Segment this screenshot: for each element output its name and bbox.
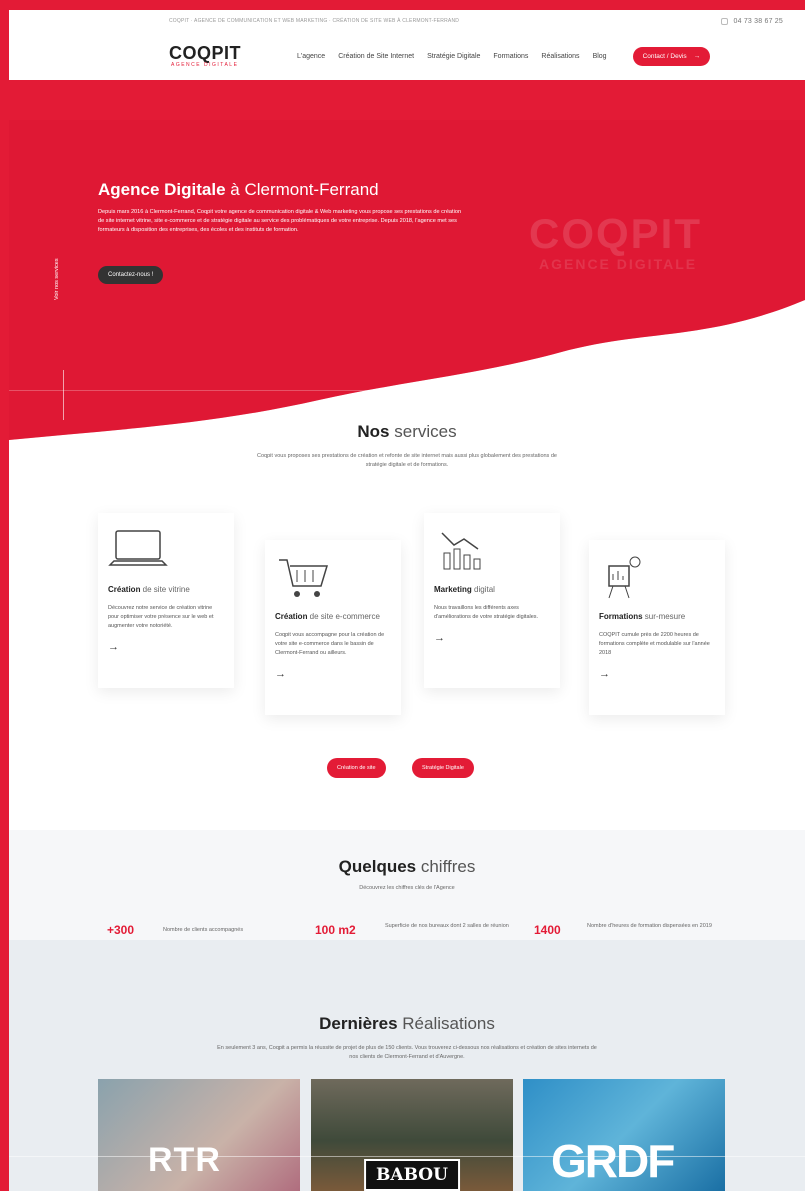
realisation-logo: RTR <box>148 1141 221 1179</box>
services-subtitle: Coqpit vous proposes ses prestations de … <box>257 453 557 468</box>
service-title: Création de site vitrine <box>108 584 224 596</box>
stat-label: Superficie de nos bureaux dont 2 salles … <box>385 923 509 929</box>
realisation-card[interactable]: GRDF <box>523 1079 725 1191</box>
divider <box>63 370 64 420</box>
service-title: Formations sur-mesure <box>599 611 715 623</box>
logo[interactable]: COQPIT AGENCE DIGITALE <box>169 44 285 68</box>
service-card[interactable]: Création de site vitrine Découvrez notre… <box>98 513 234 688</box>
service-text: Coqpit vous accompagne pour la création … <box>275 632 385 656</box>
services-title-bold: Nos <box>357 422 390 441</box>
hero-title: Agence Digitale à Clermont-Ferrand <box>98 180 379 200</box>
service-text: Découvrez notre service de création vitr… <box>108 605 214 629</box>
service-title-light: de site e-commerce <box>307 612 380 621</box>
service-title-bold: Création <box>108 585 141 594</box>
figures-section: Quelques chiffres Découvrez les chiffres… <box>9 830 805 940</box>
hero-watermark-sub: AGENCE DIGITALE <box>539 256 698 272</box>
arrow-right-icon[interactable]: → <box>108 641 224 653</box>
phone-number[interactable]: 04 73 38 67 25 <box>733 18 783 25</box>
realisations-title-bold: Dernières <box>319 1014 398 1033</box>
top-strip: COQPIT · AGENCE DE COMMUNICATION ET WEB … <box>9 10 805 32</box>
figures-title: Quelques chiffres <box>9 857 805 877</box>
hero-text: Depuis mars 2016 à Clermont-Ferrand, Coq… <box>98 209 462 233</box>
stat-value: +300 <box>107 923 135 937</box>
navbar: COQPIT AGENCE DIGITALE L'agence Création… <box>9 32 805 80</box>
service-title-light: sur-mesure <box>642 612 686 621</box>
hero-contact-button[interactable]: Contactez-nous ! <box>98 266 164 284</box>
realisation-card[interactable]: RTR <box>98 1079 300 1191</box>
arrow-right-icon[interactable]: → <box>434 632 550 644</box>
hero-title-light: à Clermont-Ferrand <box>225 180 379 199</box>
stat-label: Nombre de clients accompagnés <box>163 927 244 933</box>
contact-button-label: Contact / Devis <box>642 52 687 60</box>
nav-formations[interactable]: Formations <box>493 53 528 60</box>
divider <box>9 1156 805 1157</box>
chart-icon <box>441 532 481 570</box>
figures-title-bold: Quelques <box>338 857 417 876</box>
hero: COQPIT AGENCE DIGITALE Agence Digitale à… <box>9 80 805 460</box>
service-text: Nous travaillons les différents axes d'a… <box>434 605 539 620</box>
service-title-light: digital <box>471 585 495 594</box>
phone[interactable]: 04 73 38 67 25 <box>721 17 783 25</box>
cart-icon <box>279 559 329 597</box>
realisations-title: Dernières Réalisations <box>9 1014 805 1034</box>
phone-icon <box>721 17 729 25</box>
service-title-bold: Formations <box>599 612 643 621</box>
service-title-light: de site vitrine <box>140 585 190 594</box>
arrow-right-icon: → <box>693 52 701 60</box>
nav-blog[interactable]: Blog <box>593 53 607 60</box>
hero-watermark: COQPIT <box>529 210 703 257</box>
stat-label: Nombre d'heures de formation dispensées … <box>587 923 712 929</box>
services-title-light: services <box>389 422 457 441</box>
service-card[interactable]: Marketing digital Nous travaillons les d… <box>424 513 560 688</box>
realisations-title-light: Réalisations <box>397 1014 495 1033</box>
page: COQPIT · AGENCE DE COMMUNICATION ET WEB … <box>9 10 805 1191</box>
figures-title-light: chiffres <box>416 857 476 876</box>
nav-agence[interactable]: L'agence <box>297 53 325 60</box>
logo-text[interactable]: COQPIT <box>169 44 285 62</box>
service-title-bold: Marketing <box>434 585 472 594</box>
nav-links: L'agence Création de Site Internet Strat… <box>297 53 607 60</box>
nav-realisations[interactable]: Réalisations <box>541 53 579 60</box>
contact-button[interactable]: Contact / Devis → <box>632 46 711 66</box>
logo-subtitle: AGENCE DIGITALE <box>171 62 239 68</box>
creation-site-button[interactable]: Création de site <box>327 758 386 778</box>
realisations-subtitle: En seulement 3 ans, Coqpit a permis la r… <box>217 1045 597 1060</box>
realisation-logo: GRDF <box>551 1135 675 1187</box>
stat-value: 100 m2 <box>315 923 356 937</box>
service-card[interactable]: Création de site e-commerce Coqpit vous … <box>265 540 401 715</box>
stat-value: 1400 <box>534 923 561 937</box>
presentation-icon <box>608 556 641 599</box>
hero-title-bold: Agence Digitale <box>98 180 226 199</box>
strategie-digitale-button[interactable]: Stratégie Digitale <box>412 758 474 778</box>
realisations-section: Dernières Réalisations En seulement 3 an… <box>9 940 805 1191</box>
side-services-link[interactable]: Voir nos services <box>54 258 60 300</box>
tagline: COQPIT · AGENCE DE COMMUNICATION ET WEB … <box>169 18 460 24</box>
arrow-right-icon[interactable]: → <box>275 668 391 680</box>
realisation-logo: BABOU <box>364 1159 460 1191</box>
service-title: Marketing digital <box>434 584 550 596</box>
service-title-bold: Création <box>275 612 308 621</box>
service-title: Création de site e-commerce <box>275 611 391 623</box>
arrow-right-icon[interactable]: → <box>599 668 715 680</box>
realisation-card[interactable]: BABOU <box>311 1079 513 1191</box>
nav-creation-site[interactable]: Création de Site Internet <box>338 53 414 60</box>
figures-subtitle: Découvrez les chiffres clés de l'Agence <box>359 885 455 891</box>
services-title: Nos services <box>9 422 805 442</box>
nav-strategie[interactable]: Stratégie Digitale <box>427 53 480 60</box>
laptop-icon <box>108 530 168 566</box>
divider <box>9 390 805 391</box>
service-text: COQPIT cumule près de 2200 heures de for… <box>599 632 710 656</box>
service-card[interactable]: Formations sur-mesure COQPIT cumule près… <box>589 540 725 715</box>
